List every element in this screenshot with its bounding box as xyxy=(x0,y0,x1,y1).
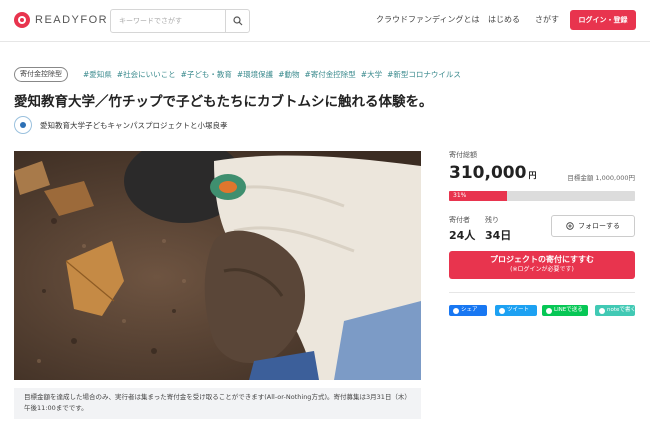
donation-type-tag[interactable]: 寄付金控除型 xyxy=(14,67,68,82)
total-amount: 310,000 円 xyxy=(449,163,536,183)
donate-label: プロジェクトの寄付にすすむ xyxy=(489,255,595,264)
search-box xyxy=(110,9,250,33)
facebook-share-button[interactable]: シェア xyxy=(449,305,487,316)
progress-bar: 31% xyxy=(449,191,635,201)
twitter-share-label: ツイート xyxy=(507,307,530,313)
search-input[interactable] xyxy=(111,10,225,32)
tag-link[interactable]: #社会にいいこと xyxy=(117,69,176,80)
line-share-button[interactable]: LINEで送る xyxy=(542,305,588,316)
owner-name[interactable]: 愛知教育大学子どもキャンパスプロジェクトと小塚良孝 xyxy=(40,120,228,131)
facebook-share-label: シェア xyxy=(461,307,478,313)
line-icon xyxy=(546,307,552,314)
tag-link[interactable]: #新型コロナウイルス xyxy=(387,69,461,80)
follow-button[interactable]: フォローする xyxy=(551,215,635,237)
tag-link[interactable]: #子ども・教育 xyxy=(181,69,232,80)
line-share-label: LINEで送る xyxy=(554,307,583,313)
tag-link[interactable]: #愛知県 xyxy=(83,69,112,80)
donate-sublabel: (※ログインが必要です) xyxy=(510,266,574,273)
search-icon[interactable] xyxy=(225,10,249,32)
site-header: READYFOR クラウドファンディングとは はじめる さがす ログイン・登録 xyxy=(0,0,650,42)
total-label: 寄付総額 xyxy=(449,151,477,159)
all-or-nothing-notice: 目標金額を達成した場合のみ、実行者は集まった寄付金を受け取ることができます(Al… xyxy=(14,388,421,419)
donate-button[interactable]: プロジェクトの寄付にすすむ (※ログインが必要です) xyxy=(449,251,635,279)
nav-start[interactable]: はじめる xyxy=(488,14,520,25)
project-photo[interactable] xyxy=(14,151,421,380)
tag-link[interactable]: #動物 xyxy=(278,69,299,80)
project-title: 愛知教育大学／竹チップで子どもたちにカブトムシに触れる体験を。 xyxy=(14,94,433,110)
logo-icon xyxy=(14,12,30,28)
readyfor-logo[interactable]: READYFOR xyxy=(14,12,108,28)
facebook-icon xyxy=(453,307,459,314)
goal-amount: 目標金額 1,000,000円 xyxy=(567,174,635,182)
share-buttons: シェア ツイート LINEで送る noteで書く xyxy=(449,305,636,316)
logo-text: READYFOR xyxy=(35,14,109,26)
note-share-button[interactable]: noteで書く xyxy=(595,305,636,316)
note-share-label: noteで書く xyxy=(607,307,636,313)
follow-label: フォローする xyxy=(578,222,620,230)
remaining-days: 34日 xyxy=(485,229,512,242)
plus-circle-icon xyxy=(566,222,574,230)
note-icon xyxy=(599,307,605,314)
twitter-icon xyxy=(499,307,505,314)
tag-list: #愛知県 #社会にいいこと #子ども・教育 #環境保護 #動物 #寄付金控除型 … xyxy=(83,69,461,80)
twitter-share-button[interactable]: ツイート xyxy=(495,305,537,316)
tag-link[interactable]: #寄付金控除型 xyxy=(304,69,355,80)
nav-what-is-crowdfunding[interactable]: クラウドファンディングとは xyxy=(376,14,479,25)
remaining-label: 残り xyxy=(485,216,499,224)
donors-count: 24人 xyxy=(449,229,476,242)
nav-search[interactable]: さがす xyxy=(535,14,559,25)
currency-unit: 円 xyxy=(528,171,537,180)
donors-label: 寄付者 xyxy=(449,216,470,224)
divider xyxy=(449,292,635,293)
owner-avatar[interactable] xyxy=(14,116,32,134)
login-button[interactable]: ログイン・登録 xyxy=(570,10,636,30)
total-amount-value: 310,000 xyxy=(449,163,527,183)
progress-percent: 31% xyxy=(453,192,467,199)
tag-link[interactable]: #大学 xyxy=(361,69,382,80)
tag-link[interactable]: #環境保護 xyxy=(237,69,273,80)
